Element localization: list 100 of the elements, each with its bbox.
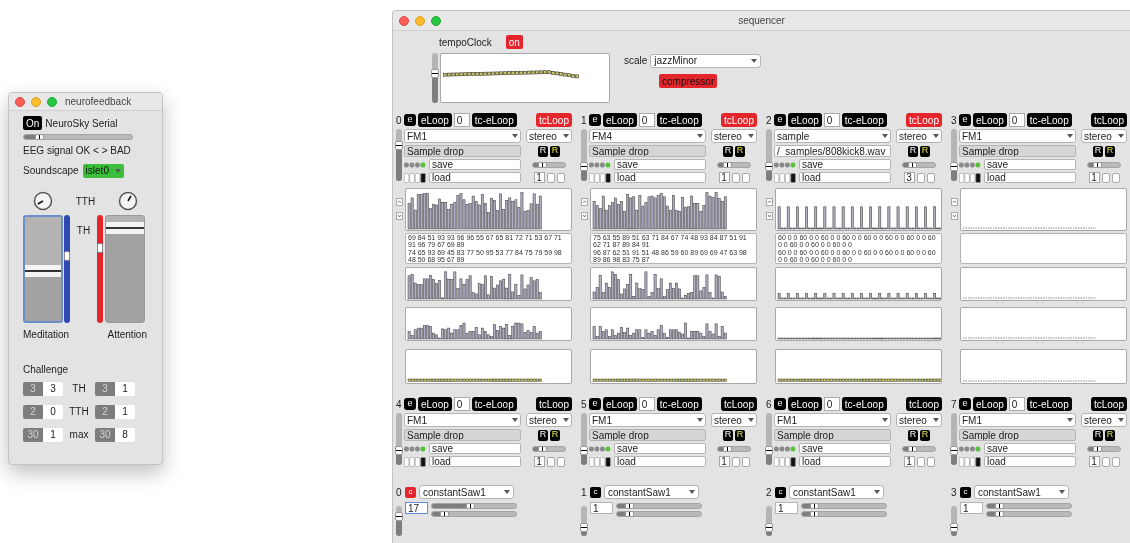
eloop-button[interactable]: eLoop [788,397,822,411]
threshold-slider[interactable] [97,215,103,323]
pattern-graph[interactable] [590,267,757,301]
count-field[interactable]: 1 [718,456,730,467]
slider-thumb[interactable] [765,445,773,455]
load-field[interactable]: load [799,172,891,183]
down-arrow-icon[interactable] [396,212,403,220]
value-field[interactable]: 0 [43,404,63,419]
r-button[interactable]: R [1105,429,1115,441]
slider-thumb[interactable] [465,503,475,509]
count-field[interactable]: 1 [533,172,545,183]
instrument-dropdown[interactable]: FM1 [589,413,706,427]
toggle-box[interactable] [916,456,925,467]
vertical-slider[interactable] [951,413,957,465]
value-field[interactable]: 8 [115,427,135,442]
value-field[interactable]: 1 [115,404,135,419]
slider-thumb[interactable] [907,161,917,168]
slider[interactable] [1087,445,1121,452]
tcloop-button[interactable]: tcLoop [535,113,572,127]
fader-handle[interactable] [106,222,144,235]
value-field[interactable]: 1 [960,502,983,514]
pattern-graph[interactable] [960,307,1127,341]
compressor-button[interactable]: compressor [659,74,718,88]
output-dropdown[interactable]: stereo [1081,129,1127,143]
slider[interactable] [616,503,702,509]
slider[interactable] [902,445,936,452]
value-field[interactable]: 1 [590,502,613,514]
load-field[interactable]: load [799,456,891,467]
pattern-graph[interactable] [775,188,942,231]
eloop-button[interactable]: eLoop [788,113,822,127]
r-button[interactable]: R [735,145,745,157]
eloop-button[interactable]: eLoop [973,397,1007,411]
up-arrow-icon[interactable] [951,198,958,206]
down-arrow-icon[interactable] [951,212,958,220]
value-field[interactable]: 3 [43,381,63,396]
pattern-graph[interactable] [590,188,757,231]
count-field[interactable]: 1 [903,456,915,467]
slider-thumb[interactable] [950,445,958,455]
slider[interactable] [717,445,751,452]
offset-field[interactable]: 0 [1008,113,1025,127]
output-dropdown[interactable]: stereo [896,413,942,427]
pattern-graph[interactable] [590,307,757,341]
slider[interactable] [801,503,887,509]
toggle-box[interactable] [741,172,750,183]
toggle-box[interactable] [1111,456,1120,467]
r-button[interactable]: R [920,145,930,157]
toggle-box[interactable] [546,172,555,183]
e-button[interactable]: e [404,398,416,410]
slider-thumb[interactable] [950,161,958,171]
toggle-box[interactable] [741,456,750,467]
slider[interactable] [902,161,936,168]
toggle-box[interactable] [1101,172,1110,183]
slider-thumb[interactable] [580,161,588,171]
r-button[interactable]: R [908,429,918,441]
e-button[interactable]: e [589,398,601,410]
vertical-slider[interactable] [766,506,772,536]
offset-field[interactable]: 0 [638,397,655,411]
pattern-graph[interactable] [405,349,572,384]
slider[interactable] [431,511,517,517]
sample-field[interactable]: Sample drop [404,429,521,441]
toggle-box[interactable] [1111,172,1120,183]
vertical-slider[interactable] [581,413,587,465]
vertical-slider[interactable] [396,413,402,465]
tc-eloop-button[interactable]: tc-eLoop [471,113,517,127]
slider-thumb[interactable] [580,522,588,532]
scale-dropdown[interactable]: jazzMinor [650,53,762,68]
slider-thumb[interactable] [395,445,403,455]
on-button[interactable]: on [505,35,523,49]
toggle-box[interactable] [731,456,740,467]
tcloop-button[interactable]: tcLoop [720,397,757,411]
threshold-thumb[interactable] [97,243,103,254]
threshold-thumb[interactable] [64,251,70,262]
tc-eloop-button[interactable]: tc-eLoop [471,397,517,411]
eloop-button[interactable]: eLoop [603,113,637,127]
vertical-slider[interactable] [396,129,402,181]
tc-eloop-button[interactable]: tc-eLoop [656,113,702,127]
tc-eloop-button[interactable]: tc-eLoop [1026,113,1072,127]
slider-thumb[interactable] [995,503,1005,509]
tc-eloop-button[interactable]: tc-eLoop [656,397,702,411]
slider-thumb[interactable] [765,161,773,171]
pattern-graph[interactable] [775,307,942,341]
instrument-dropdown[interactable]: FM1 [959,413,1076,427]
eloop-button[interactable]: eLoop [603,397,637,411]
instrument-dropdown[interactable]: FM4 [589,129,706,143]
r-button[interactable]: R [920,429,930,441]
save-field[interactable]: save [614,443,706,454]
toggle-box[interactable] [1101,456,1110,467]
toggle-box[interactable] [556,172,565,183]
toggle-box[interactable] [731,172,740,183]
output-dropdown[interactable]: stereo [711,413,757,427]
c-button[interactable]: c [405,486,416,498]
slider-thumb[interactable] [34,134,44,140]
vertical-slider[interactable] [396,506,402,536]
synth-dropdown[interactable]: constantSaw1 [974,485,1069,499]
r-button[interactable]: R [908,145,918,157]
r-button[interactable]: R [538,429,548,441]
tc-eloop-button[interactable]: tc-eLoop [1026,397,1072,411]
e-button[interactable]: e [404,114,416,126]
slider[interactable] [532,161,566,168]
vertical-slider[interactable] [581,506,587,536]
